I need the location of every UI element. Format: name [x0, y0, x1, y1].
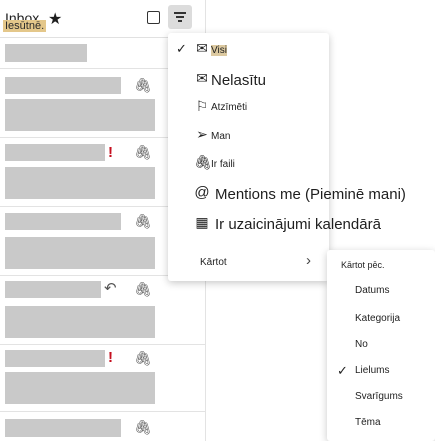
preview-placeholder — [5, 237, 155, 269]
preview-placeholder — [5, 99, 155, 131]
select-checkbox-icon[interactable] — [147, 11, 160, 24]
paperclip-icon: 🖇 — [194, 154, 212, 170]
sort-menu: Kārtot pēc. Datums Kategorija No ✓ Lielu… — [327, 250, 435, 441]
inbox-subtitle: Iesūtnē. — [3, 20, 47, 32]
sort-submenu-trigger[interactable]: Kārtot › — [168, 249, 329, 275]
filter-item-mentions[interactable]: @ Mentions me (Pieminē mani) — [168, 181, 406, 207]
flag-icon: ⚐ — [195, 98, 209, 114]
at-icon: @ — [194, 184, 210, 201]
checkmark-icon: ✓ — [176, 41, 187, 56]
preview-placeholder — [5, 372, 155, 404]
sort-item-date[interactable]: Datums — [327, 278, 435, 304]
favorite-star-icon[interactable]: ★ — [48, 9, 62, 29]
important-icon: ! — [108, 144, 113, 161]
sort-item-from[interactable]: No — [327, 332, 435, 358]
checkmark-icon: ✓ — [337, 363, 348, 378]
filter-item-all[interactable]: ✓ ✉ Visi — [168, 37, 329, 63]
filter-item-has-files[interactable]: 🖇 Ir faili — [168, 151, 329, 177]
filter-item-flagged[interactable]: ⚐ Atzīmēti — [168, 95, 329, 121]
filter-item-to-me[interactable]: ➢ Man — [168, 123, 329, 149]
chevron-right-icon: › — [306, 252, 311, 269]
list-item[interactable]: 🖇 — [0, 412, 205, 441]
list-item[interactable]: ! 🖇 — [0, 345, 205, 412]
send-icon: ➢ — [196, 126, 208, 142]
sender-placeholder — [5, 350, 105, 367]
sort-item-category[interactable]: Kategorija — [327, 306, 435, 332]
placeholder-bar — [5, 44, 87, 62]
filter-menu: ✓ ✉ Visi ✉ Nelasītu ⚐ Atzīmēti ➢ Man 🖇 I… — [168, 33, 406, 281]
filter-item-calendar-invites[interactable]: ▦ Ir uzaicinājumi kalendārā — [168, 211, 381, 237]
paperclip-icon: 🖇 — [134, 77, 152, 93]
sender-placeholder — [5, 144, 105, 161]
sort-menu-title: Kārtot pēc. — [341, 260, 385, 270]
filter-button[interactable] — [168, 5, 192, 29]
sort-item-size[interactable]: ✓ Lielums — [327, 358, 435, 384]
paperclip-icon: 🖇 — [134, 144, 152, 160]
list-item[interactable]: ↶ 🖇 — [0, 276, 205, 345]
sender-placeholder — [5, 213, 121, 230]
envelope-icon: ✉ — [196, 40, 208, 56]
preview-placeholder — [5, 167, 155, 199]
reply-icon: ↶ — [104, 280, 117, 297]
paperclip-icon: 🖇 — [134, 419, 152, 435]
sender-placeholder — [5, 419, 121, 437]
sort-item-subject[interactable]: Tēma — [327, 410, 435, 436]
sender-placeholder — [5, 281, 101, 298]
sort-item-importance[interactable]: Svarīgums — [327, 384, 435, 410]
sender-placeholder — [5, 77, 121, 94]
envelope-dot-icon: ✉ — [196, 70, 208, 86]
filter-item-unread[interactable]: ✉ Nelasītu — [168, 67, 329, 93]
paperclip-icon: 🖇 — [134, 350, 152, 366]
preview-placeholder — [5, 306, 155, 338]
calendar-icon: ▦ — [195, 214, 209, 230]
paperclip-icon: 🖇 — [134, 281, 152, 297]
paperclip-icon: 🖇 — [134, 213, 152, 229]
important-icon: ! — [108, 349, 113, 366]
